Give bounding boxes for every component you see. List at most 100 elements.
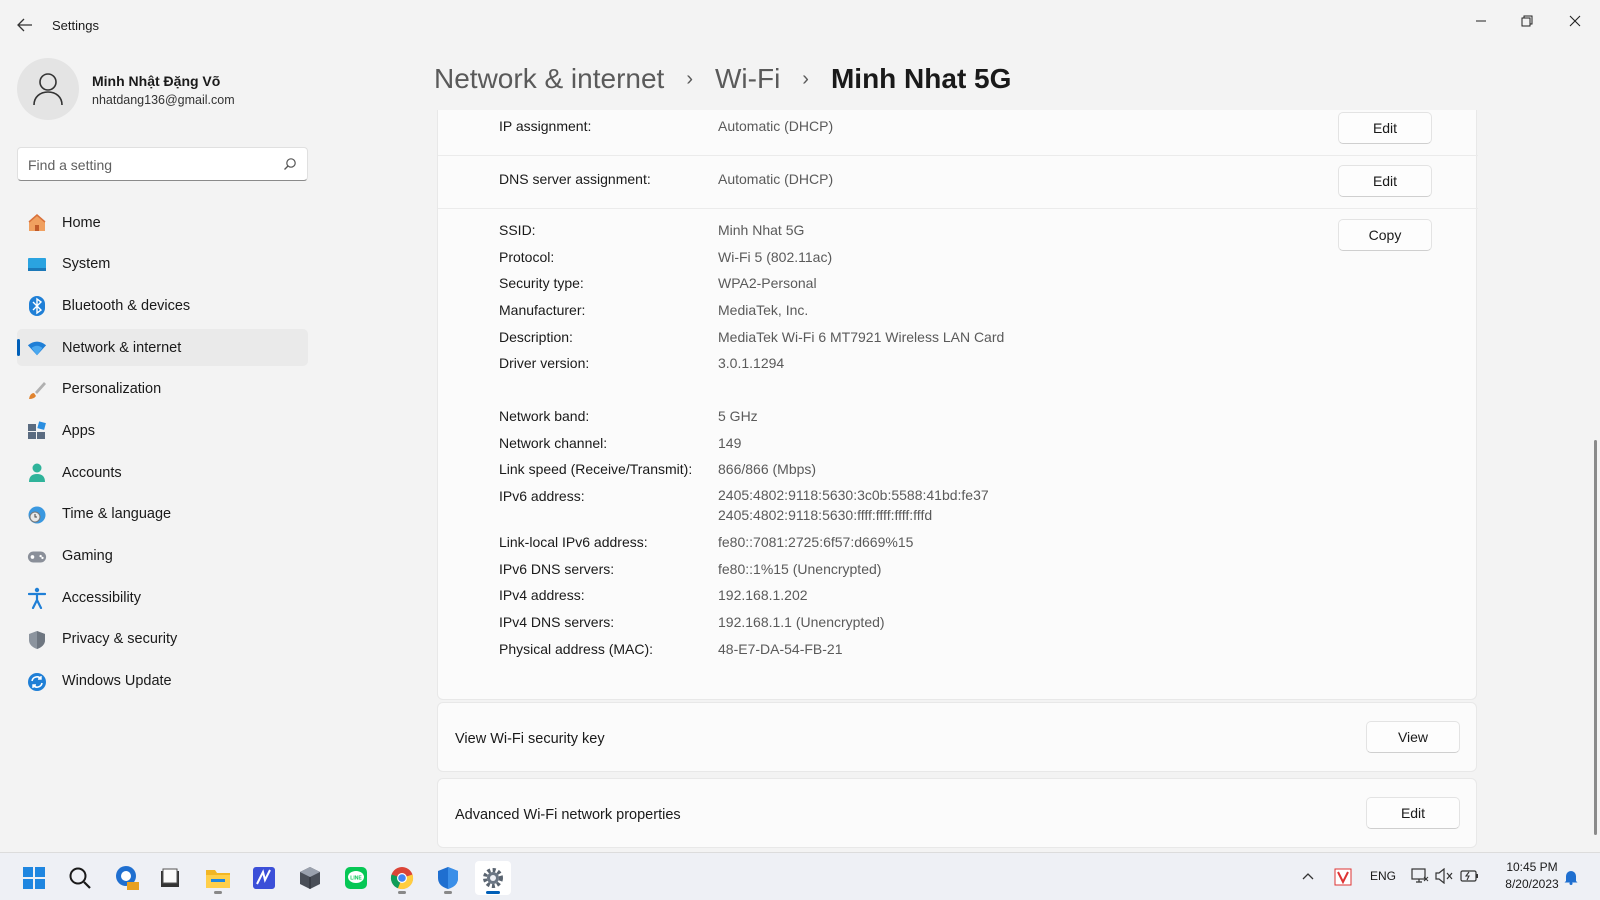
clock[interactable]: 10:45 PM 8/20/2023 [1492, 859, 1572, 893]
link-speed-label: Link speed (Receive/Transmit): [499, 461, 693, 477]
sidebar-item-system[interactable]: System [17, 246, 308, 283]
taskbar-file-explorer[interactable] [200, 861, 236, 895]
sidebar-item-label: System [62, 256, 111, 273]
sidebar-item-label: Gaming [62, 548, 113, 564]
breadcrumb-separator: › [802, 67, 809, 90]
sidebar-item-privacy[interactable]: Privacy & security [17, 621, 308, 658]
security-key-card: View Wi-Fi security key View [437, 702, 1477, 772]
network-status[interactable] [1410, 867, 1430, 885]
battery-status[interactable] [1460, 867, 1480, 885]
advanced-properties-edit-button[interactable]: Edit [1366, 797, 1460, 829]
brush-icon [27, 380, 47, 400]
sidebar-item-network[interactable]: Network & internet [17, 329, 308, 367]
battery-charging-icon [1460, 870, 1478, 882]
sidebar-item-label: Home [62, 214, 101, 231]
sidebar-nav: Home System Bluetooth & devices Network … [17, 204, 308, 704]
search-box[interactable] [17, 147, 308, 181]
view-security-key-button[interactable]: View [1366, 721, 1460, 753]
restore-button[interactable] [1504, 6, 1550, 36]
search-input[interactable] [28, 155, 268, 175]
accounts-icon [27, 463, 47, 483]
sidebar-item-label: Accessibility [62, 589, 141, 606]
copy-properties-button[interactable]: Copy [1338, 219, 1432, 251]
shield-icon [27, 630, 47, 650]
chrome-icon [390, 867, 414, 890]
taskbar-settings[interactable] [475, 861, 511, 895]
running-indicator [398, 891, 406, 894]
sidebar-item-gaming[interactable]: Gaming [17, 538, 308, 575]
ipv6-dns-label: IPv6 DNS servers: [499, 561, 615, 577]
volume-control[interactable] [1434, 867, 1454, 885]
taskbar-line[interactable]: LINE [338, 861, 374, 895]
tray-app-v[interactable] [1333, 867, 1353, 887]
user-profile[interactable]: Minh Nhật Đặng Võ nhatdang136@gmail.com [17, 58, 307, 120]
home-icon [27, 213, 47, 233]
link-speed-value: 866/866 (Mbps) [718, 461, 817, 477]
app-title: Settings [52, 18, 99, 33]
sidebar-item-personalization[interactable]: Personalization [17, 371, 308, 408]
ip-assignment-edit-button[interactable]: Edit [1338, 112, 1432, 144]
3d-cube-icon [300, 867, 320, 889]
manufacturer-label: Manufacturer: [499, 302, 586, 318]
ipv6-dns-value: fe80::1%15 (Unencrypted) [718, 561, 882, 577]
breadcrumb-separator: › [686, 67, 693, 90]
page-title: Minh Nhat 5G [830, 63, 1012, 94]
network-channel-label: Network channel: [499, 435, 608, 451]
search-icon [69, 867, 91, 889]
line-chat-icon: LINE [345, 867, 367, 889]
defender-icon [438, 867, 458, 889]
dns-assignment-edit-button[interactable]: Edit [1338, 165, 1432, 197]
ip-assignment-value: Automatic (DHCP) [718, 118, 834, 134]
accessibility-icon [27, 587, 47, 610]
driver-version-label: Driver version: [499, 355, 590, 371]
close-button[interactable] [1552, 6, 1598, 36]
show-hidden-icons-button[interactable] [1300, 867, 1316, 885]
sidebar-item-label: Windows Update [62, 673, 172, 690]
mac-address-label: Physical address (MAC): [499, 641, 654, 657]
taskbar-chrome[interactable] [384, 861, 420, 895]
apps-icon [27, 421, 47, 441]
start-button[interactable] [16, 861, 52, 895]
notifications-button[interactable] [1562, 868, 1580, 886]
sidebar-item-label: Personalization [62, 381, 162, 398]
taskbar-3d-app[interactable] [292, 861, 328, 895]
clock-date: 8/20/2023 [1505, 877, 1559, 891]
breadcrumb: Network & internet › Wi-Fi › Minh Nhat 5… [434, 58, 1011, 100]
sidebar-item-label: Time & language [62, 506, 172, 523]
breadcrumb-wifi[interactable]: Wi-Fi [715, 63, 780, 95]
language-indicator[interactable]: ENG [1368, 867, 1398, 885]
sidebar-item-label: Privacy & security [62, 631, 178, 648]
clock-time: 10:45 PM [1506, 860, 1558, 874]
driver-version-value: 3.0.1.1294 [718, 355, 785, 371]
minimize-button[interactable] [1458, 6, 1504, 36]
sidebar-item-time-language[interactable]: Time & language [17, 496, 308, 533]
description-value: MediaTek Wi-Fi 6 MT7921 Wireless LAN Car… [718, 329, 1005, 345]
gamepad-icon [27, 547, 47, 567]
close-icon [1569, 15, 1581, 27]
taskbar-editor[interactable] [246, 861, 282, 895]
divider [438, 155, 1478, 156]
breadcrumb-network-internet[interactable]: Network & internet [434, 63, 664, 95]
scrollbar[interactable] [1594, 440, 1597, 835]
taskbar-pdf-viewer[interactable] [108, 861, 144, 895]
sidebar-item-accounts[interactable]: Accounts [17, 454, 308, 491]
taskbar-defender[interactable] [430, 861, 466, 895]
bluetooth-icon [27, 296, 47, 317]
sidebar-item-home[interactable]: Home [17, 204, 308, 241]
sidebar-item-label: Apps [62, 422, 96, 439]
ssid-value: Minh Nhat 5G [718, 222, 805, 238]
mac-address-value: 48-E7-DA-54-FB-21 [718, 641, 843, 657]
sidebar-item-apps[interactable]: Apps [17, 412, 308, 449]
security-key-label: View Wi-Fi security key [455, 731, 605, 747]
taskbar-notepad[interactable] [152, 861, 188, 895]
back-button[interactable] [12, 14, 38, 36]
pdf-viewer-icon [116, 866, 139, 890]
speaker-muted-icon [1435, 868, 1453, 884]
sidebar-item-bluetooth[interactable]: Bluetooth & devices [17, 287, 308, 324]
taskbar-search-button[interactable] [62, 861, 98, 895]
sidebar-item-accessibility[interactable]: Accessibility [17, 579, 308, 616]
search-icon [284, 158, 296, 170]
network-icon [1411, 868, 1429, 883]
sidebar-item-windows-update[interactable]: Windows Update [17, 663, 308, 700]
advanced-properties-label: Advanced Wi-Fi network properties [455, 807, 681, 823]
